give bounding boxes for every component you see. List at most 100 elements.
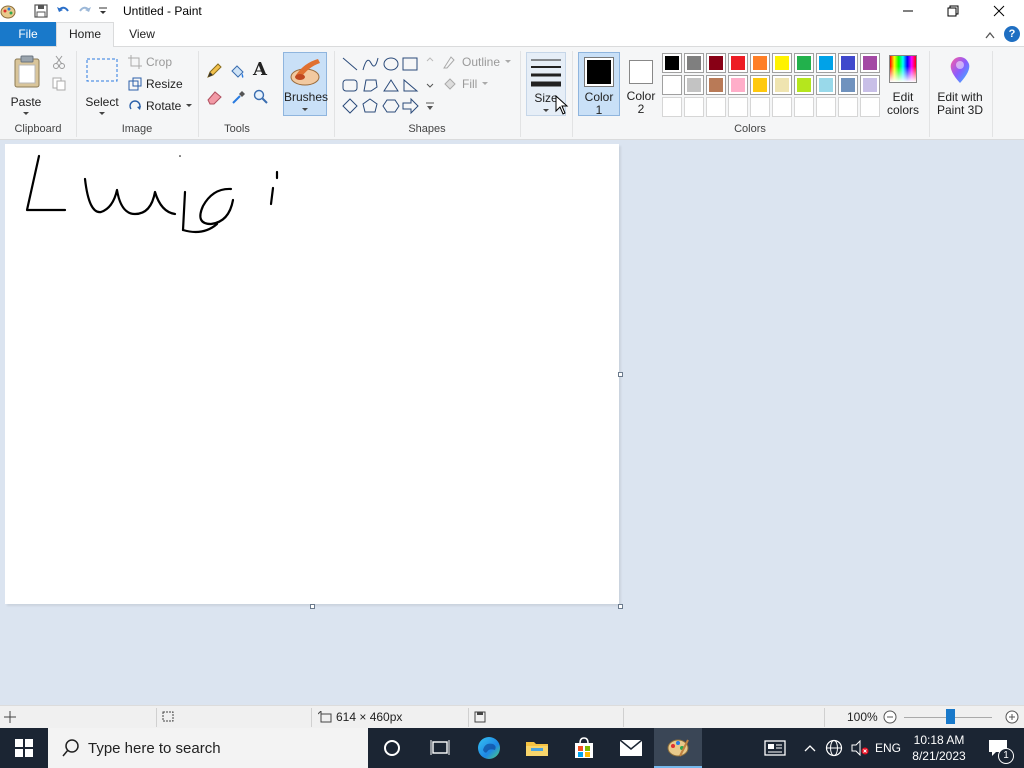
palette-swatch[interactable] [772, 75, 792, 95]
select-button[interactable]: Select [82, 53, 122, 117]
resize-button[interactable]: Resize [128, 77, 183, 91]
palette-swatch[interactable] [684, 53, 704, 73]
pencil-icon[interactable] [206, 63, 222, 82]
undo-icon[interactable] [55, 3, 71, 19]
outline-icon [443, 56, 455, 69]
shapes-gallery[interactable] [340, 53, 436, 117]
customize-toolbar-icon[interactable] [97, 3, 113, 19]
tab-file[interactable]: File [0, 22, 56, 46]
notification-badge: 1 [998, 748, 1014, 764]
cut-icon[interactable] [52, 55, 66, 72]
save-icon[interactable] [33, 3, 49, 19]
palette-swatch[interactable] [728, 75, 748, 95]
clock-time: 10:18 AM [913, 733, 965, 747]
clock-button[interactable]: 10:18 AM 8/21/2023 [904, 728, 974, 768]
palette-swatch[interactable] [662, 53, 682, 73]
resize-handle-bottom[interactable] [310, 604, 315, 609]
palette-swatch[interactable] [706, 75, 726, 95]
volume-button[interactable] [848, 728, 872, 768]
minimize-button[interactable] [885, 0, 931, 22]
rotate-button[interactable]: Rotate [128, 99, 193, 113]
restore-button[interactable] [930, 0, 976, 22]
select-rectangle-icon [86, 58, 118, 82]
zoom-out-icon[interactable] [883, 710, 897, 724]
zoom-level: 100% [847, 710, 878, 724]
store-button[interactable] [560, 728, 608, 768]
edge-button[interactable] [465, 728, 513, 768]
palette-swatch[interactable] [706, 97, 726, 117]
copy-icon[interactable] [52, 77, 66, 94]
paint3d-icon [950, 57, 970, 83]
color1-button[interactable]: Color 1 [578, 52, 620, 117]
zoom-in-icon[interactable] [1005, 710, 1019, 724]
palette-swatch[interactable] [860, 97, 880, 117]
start-button[interactable] [0, 728, 48, 768]
color2-swatch [629, 60, 653, 84]
palette-swatch[interactable] [838, 97, 858, 117]
palette-swatch[interactable] [684, 75, 704, 95]
tab-home[interactable]: Home [56, 22, 114, 47]
minimize-ribbon-icon[interactable] [985, 28, 995, 42]
close-button[interactable] [976, 0, 1022, 22]
language-indicator[interactable]: ENG [874, 728, 902, 768]
help-icon[interactable]: ? [1004, 26, 1020, 42]
fill-bucket-icon[interactable] [229, 63, 245, 82]
image-group-label: Image [121, 123, 153, 135]
mail-button[interactable] [607, 728, 655, 768]
fill-button[interactable]: Fill [442, 77, 489, 91]
edit-with-paint3d-button[interactable]: Edit with Paint 3D [932, 53, 988, 117]
crop-button[interactable]: Crop [128, 55, 172, 69]
resize-handle-corner[interactable] [618, 604, 623, 609]
file-explorer-button[interactable] [513, 728, 561, 768]
palette-swatch[interactable] [838, 75, 858, 95]
show-hidden-icons-button[interactable] [800, 728, 820, 768]
palette-swatch[interactable] [728, 53, 748, 73]
palette-swatch[interactable] [794, 75, 814, 95]
paint-taskbar-button[interactable] [654, 728, 702, 768]
network-button[interactable] [822, 728, 846, 768]
palette-swatch[interactable] [662, 97, 682, 117]
zoom-slider-thumb[interactable] [946, 709, 955, 724]
news-widget-button[interactable] [760, 728, 790, 768]
palette-swatch[interactable] [794, 53, 814, 73]
palette-swatch[interactable] [794, 97, 814, 117]
palette-swatch[interactable] [662, 75, 682, 95]
palette-swatch[interactable] [750, 75, 770, 95]
taskbar-search-box[interactable]: Type here to search [48, 728, 368, 768]
tab-view[interactable]: View [114, 22, 170, 46]
paint-app-icon[interactable] [0, 3, 16, 19]
paste-button[interactable]: Paste [6, 53, 46, 117]
palette-swatch[interactable] [816, 53, 836, 73]
redo-icon[interactable] [77, 3, 93, 19]
drawing-canvas[interactable] [5, 144, 619, 604]
selection-size-icon [162, 711, 174, 722]
palette-swatch[interactable] [816, 75, 836, 95]
palette-swatch[interactable] [684, 97, 704, 117]
eraser-icon[interactable] [206, 89, 222, 108]
palette-swatch[interactable] [860, 53, 880, 73]
palette-swatch[interactable] [860, 75, 880, 95]
palette-swatch[interactable] [728, 97, 748, 117]
palette-swatch[interactable] [838, 53, 858, 73]
palette-swatch[interactable] [772, 53, 792, 73]
shapes-scroll[interactable] [424, 53, 436, 117]
text-tool-icon[interactable]: A [253, 59, 267, 80]
color-palette [662, 53, 884, 117]
chevron-down-icon [482, 82, 489, 85]
action-center-button[interactable]: 1 [978, 728, 1018, 768]
outline-button[interactable]: Outline [442, 55, 512, 69]
palette-swatch[interactable] [816, 97, 836, 117]
color2-button[interactable]: Color 2 [622, 52, 660, 116]
task-view-button[interactable] [416, 728, 464, 768]
brushes-button[interactable]: Brushes [283, 52, 328, 116]
color-picker-icon[interactable] [231, 89, 247, 108]
palette-swatch[interactable] [750, 97, 770, 117]
palette-swatch[interactable] [772, 97, 792, 117]
cortana-button[interactable] [368, 728, 416, 768]
edit-colors-button[interactable]: Edit colors [884, 53, 922, 117]
palette-swatch[interactable] [706, 53, 726, 73]
news-icon [764, 740, 786, 756]
magnifier-icon[interactable] [253, 89, 269, 108]
resize-handle-right[interactable] [618, 372, 623, 377]
palette-swatch[interactable] [750, 53, 770, 73]
